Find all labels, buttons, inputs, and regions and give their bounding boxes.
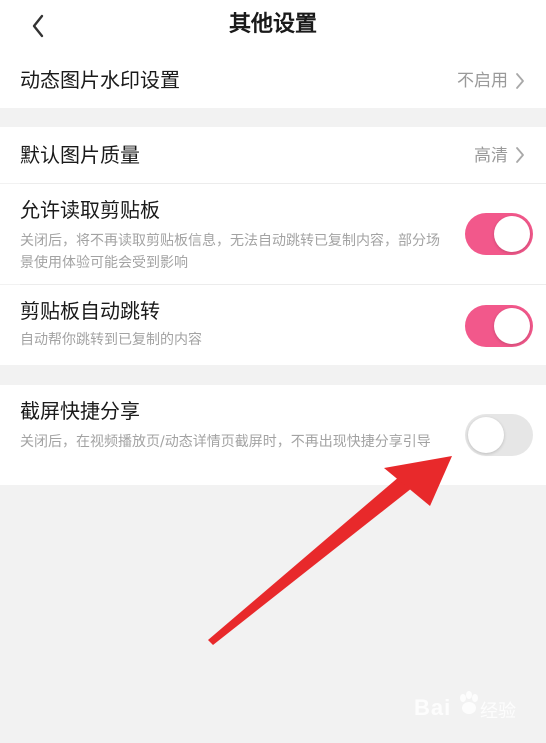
image-quality-value: 高清 <box>474 146 508 166</box>
image-quality-row[interactable]: 默认图片质量 高清 <box>0 127 546 183</box>
chevron-right-icon <box>516 73 524 89</box>
screenshot-share-row: 截屏快捷分享 关闭后，在视频播放页/动态详情页截屏时，不再出现快捷分享引导 <box>0 385 546 485</box>
watermark-sub: 经验 <box>480 701 516 722</box>
watermark-setting-value: 不启用 <box>457 71 508 91</box>
clipboard-jump-desc: 自动帮你跳转到已复制的内容 <box>20 332 202 348</box>
toggle-knob <box>494 216 530 252</box>
clipboard-jump-row: 剪贴板自动跳转 自动帮你跳转到已复制的内容 <box>0 285 546 365</box>
baidu-watermark: Bai 经验 <box>414 691 524 727</box>
paw-icon <box>460 691 478 714</box>
top-bar: 其他设置 <box>0 0 546 52</box>
clipboard-read-title: 允许读取剪贴板 <box>20 198 160 222</box>
watermark-setting-title: 动态图片水印设置 <box>20 68 180 92</box>
screenshot-share-title: 截屏快捷分享 <box>20 399 140 423</box>
annotation-arrow <box>208 456 452 645</box>
clipboard-read-desc: 关闭后，将不再读取剪贴板信息，无法自动跳转已复制内容，部分场景使用体验可能会受到… <box>20 233 440 271</box>
toggle-knob <box>494 308 530 344</box>
watermark-setting-row[interactable]: 动态图片水印设置 不启用 <box>0 52 546 108</box>
clipboard-jump-toggle[interactable] <box>465 305 533 347</box>
watermark-logo: Bai <box>414 695 452 720</box>
screenshot-share-desc: 关闭后，在视频播放页/动态详情页截屏时，不再出现快捷分享引导 <box>20 434 431 450</box>
chevron-right-icon <box>516 147 524 163</box>
page-title: 其他设置 <box>228 12 317 37</box>
image-quality-title: 默认图片质量 <box>20 143 140 167</box>
clipboard-jump-title: 剪贴板自动跳转 <box>20 299 160 323</box>
screenshot-share-toggle[interactable] <box>465 414 533 456</box>
toggle-knob <box>468 417 504 453</box>
clipboard-read-row: 允许读取剪贴板 关闭后，将不再读取剪贴板信息，无法自动跳转已复制内容，部分场景使… <box>0 184 546 284</box>
clipboard-read-toggle[interactable] <box>465 213 533 255</box>
